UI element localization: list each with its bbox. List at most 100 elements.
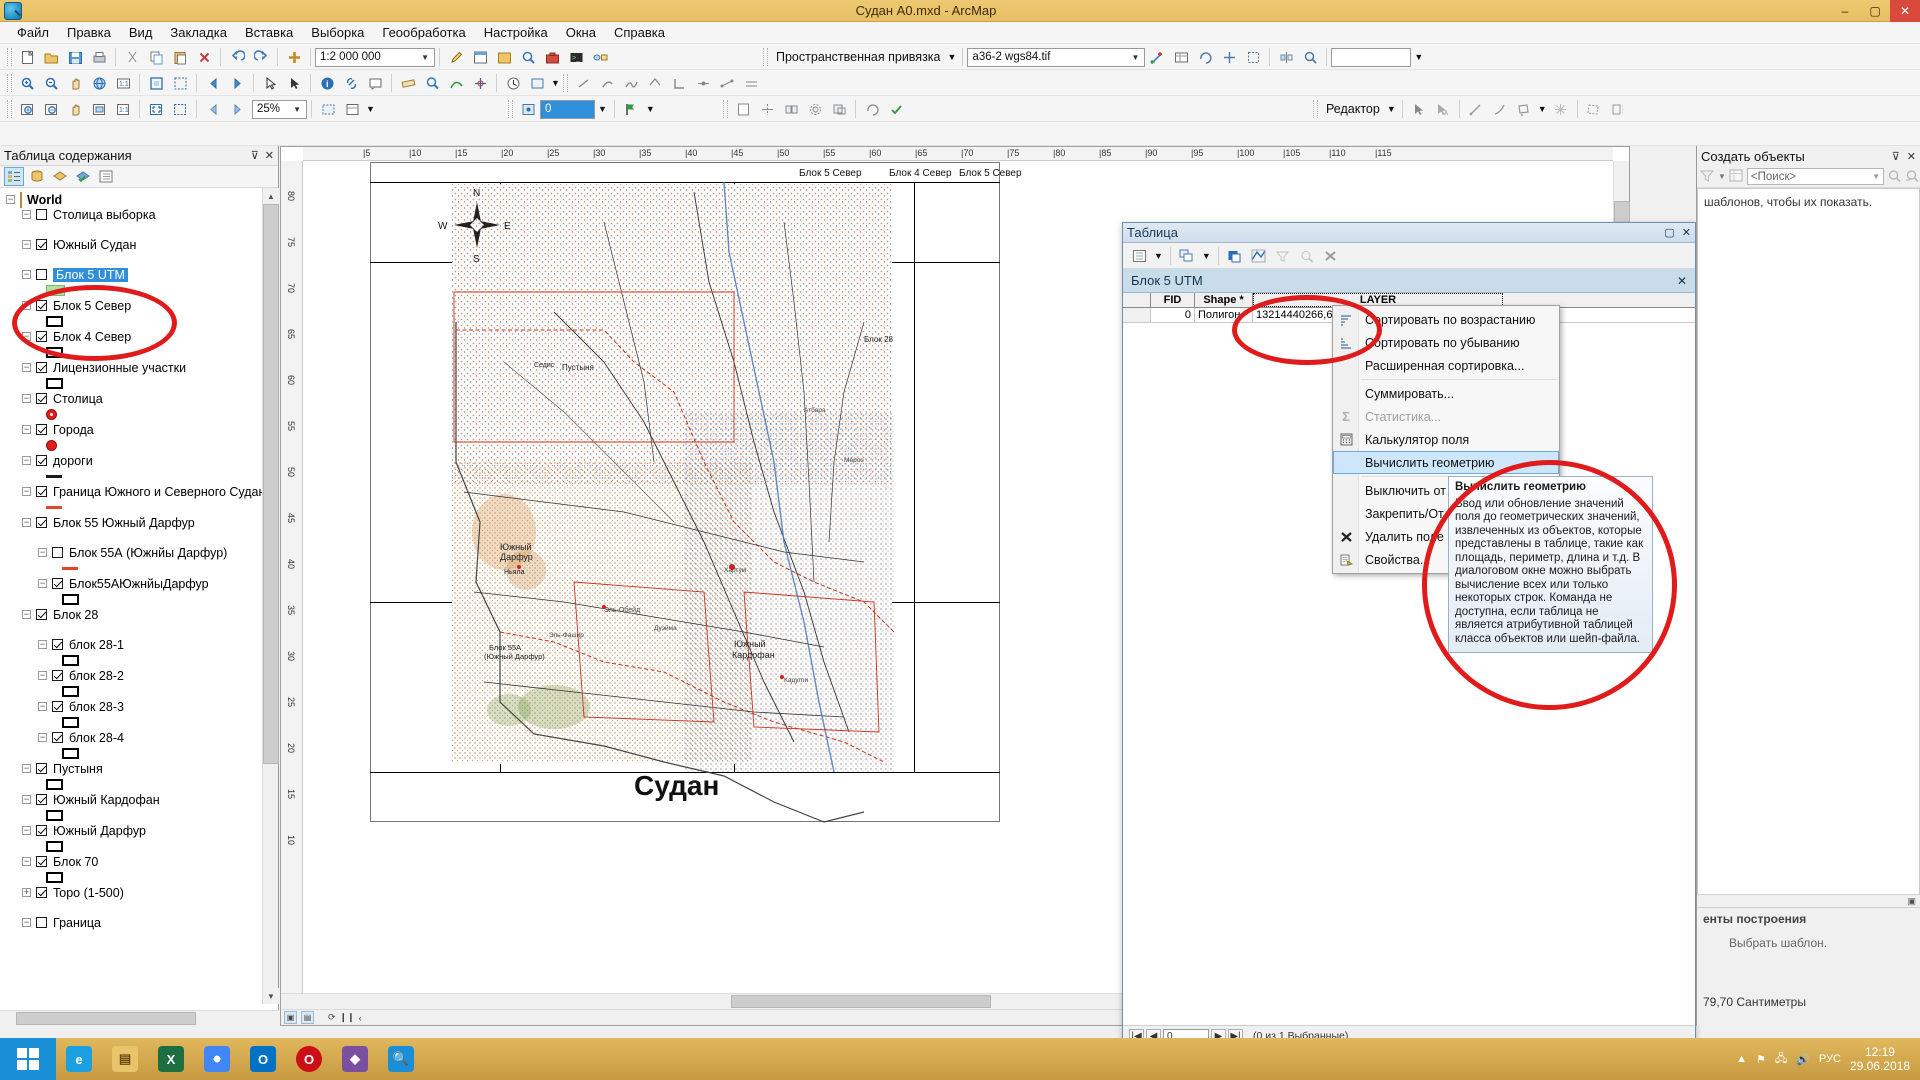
parallel-icon[interactable]	[740, 72, 762, 94]
column-header-shape[interactable]: Shape *	[1195, 293, 1253, 307]
scale-icon[interactable]	[1242, 46, 1264, 68]
toolbar-grip[interactable]	[7, 100, 12, 118]
layer-visibility-checkbox[interactable]	[36, 763, 47, 774]
create-viewer-icon[interactable]	[526, 72, 548, 94]
catalog-icon[interactable]	[493, 46, 515, 68]
georeferencing-menu-label[interactable]: Пространственная привязка	[771, 50, 946, 64]
toolbar-grip[interactable]	[723, 100, 728, 118]
toc-layer-item[interactable]: − Столица выборка	[6, 207, 262, 222]
table-tab-close-icon[interactable]: ✕	[1677, 274, 1687, 288]
table-restore-icon[interactable]: ▢	[1664, 226, 1674, 239]
layout-full-extent-icon[interactable]	[88, 98, 110, 120]
toc-layer-item[interactable]: − Южный Судан	[6, 237, 262, 252]
menu-sort-ascending[interactable]: Сортировать по возрастанию	[1333, 308, 1559, 331]
toc-layer-item[interactable]: − блок 28-2	[6, 668, 262, 683]
layer-visibility-checkbox[interactable]	[36, 269, 47, 280]
toolbar-grip[interactable]	[563, 74, 568, 92]
row-selector-cell[interactable]	[1123, 308, 1151, 322]
find-icon[interactable]	[421, 72, 443, 94]
html-popup-icon[interactable]	[364, 72, 386, 94]
filter-templates-icon[interactable]	[1699, 169, 1715, 185]
toc-layer-item[interactable]: − Блок 5 UTM	[6, 267, 262, 282]
layer-visibility-checkbox[interactable]	[36, 887, 47, 898]
collapse-icon[interactable]: −	[22, 918, 31, 927]
toc-layer-item[interactable]: − Блок55АЮжнйыДарфур	[6, 576, 262, 591]
select-features-icon[interactable]	[259, 72, 281, 94]
explode-icon[interactable]	[1550, 98, 1572, 120]
flag-icon[interactable]	[620, 98, 642, 120]
search-window-icon[interactable]	[517, 46, 539, 68]
collapse-icon[interactable]: −	[22, 795, 31, 804]
undo-icon[interactable]	[226, 46, 248, 68]
open-map-icon[interactable]	[40, 46, 62, 68]
collapse-icon[interactable]: −	[22, 332, 31, 341]
list-by-selection-icon[interactable]	[73, 167, 93, 186]
collapse-icon[interactable]: −	[22, 487, 31, 496]
layer-visibility-checkbox[interactable]	[36, 794, 47, 805]
search-icon[interactable]	[1887, 169, 1902, 185]
table-tab[interactable]: Блок 5 UTM ✕	[1123, 269, 1695, 293]
new-map-icon[interactable]	[16, 46, 38, 68]
editor-new-icon[interactable]	[732, 98, 754, 120]
redo-icon[interactable]	[250, 46, 272, 68]
collapse-icon[interactable]: −	[22, 857, 31, 866]
layout-previous-extent-icon[interactable]	[202, 98, 224, 120]
chevron-down-icon[interactable]: ▼	[418, 53, 432, 62]
editor-split-icon[interactable]	[756, 98, 778, 120]
toolbox-icon[interactable]	[541, 46, 563, 68]
toc-layer-item[interactable]: + Topo (1-500)	[6, 885, 262, 900]
editor-target-box[interactable]: 0	[540, 99, 595, 119]
close-button[interactable]: ✕	[1890, 0, 1920, 22]
editor-clip-icon[interactable]	[828, 98, 850, 120]
collapse-icon[interactable]: −	[38, 671, 47, 680]
refresh-icon[interactable]: ⟳	[328, 1012, 336, 1023]
file-explorer-icon[interactable]: ▤	[102, 1038, 148, 1080]
toc-layer-item[interactable]: − Граница Южного и Северного Судана	[6, 484, 262, 499]
editor-menu-label[interactable]: Редактор	[1321, 102, 1385, 116]
toolbar-grip[interactable]	[763, 48, 768, 66]
select-by-attributes-icon[interactable]	[1224, 245, 1246, 267]
collapse-icon[interactable]: −	[38, 640, 47, 649]
menu-item-view[interactable]: Вид	[120, 23, 162, 42]
layer-visibility-checkbox[interactable]	[52, 639, 63, 650]
zoom-out-icon[interactable]	[40, 72, 62, 94]
layer-visibility-checkbox[interactable]	[36, 239, 47, 250]
chevron-down-icon[interactable]: ▼	[1199, 251, 1214, 261]
panel-splitter[interactable]: ▣	[1697, 894, 1920, 908]
scroll-thumb[interactable]	[16, 1012, 196, 1025]
editor-rotate-icon[interactable]	[861, 98, 883, 120]
menu-item-insert[interactable]: Вставка	[236, 23, 302, 42]
internet-explorer-icon[interactable]: e	[56, 1038, 102, 1080]
go-to-xy-icon[interactable]	[469, 72, 491, 94]
menu-summarize[interactable]: Суммировать...	[1333, 382, 1559, 405]
layer-visibility-checkbox[interactable]	[36, 917, 47, 928]
cell-shape[interactable]: Полигон	[1195, 308, 1253, 322]
collapse-icon[interactable]: −	[22, 826, 31, 835]
toc-horizontal-scrollbar[interactable]	[0, 1010, 279, 1026]
layer-visibility-checkbox[interactable]	[36, 486, 47, 497]
column-header-fid[interactable]: FID	[1151, 293, 1195, 307]
menu-field-calculator[interactable]: Калькулятор поля	[1333, 428, 1559, 451]
pan-icon[interactable]	[64, 72, 86, 94]
toolbar-grip[interactable]	[508, 100, 513, 118]
column-header-select[interactable]	[1123, 293, 1151, 307]
toc-layer-tree[interactable]: − World − Столица выборка − Южный Судан − Блок …	[0, 188, 262, 1004]
collapse-icon[interactable]: −	[6, 195, 15, 204]
identify-icon[interactable]: i	[316, 72, 338, 94]
layer-visibility-checkbox[interactable]	[36, 825, 47, 836]
toc-pin-icon[interactable]: ⊽	[251, 149, 259, 162]
sketch-arc-icon[interactable]	[596, 72, 618, 94]
layout-zoom-in-icon[interactable]	[16, 98, 38, 120]
toc-layer-item[interactable]: − Блок 4 Север	[6, 329, 262, 344]
menu-calculate-geometry[interactable]: Вычислить геометрию	[1333, 451, 1559, 474]
zoom-in-icon[interactable]	[16, 72, 38, 94]
menu-item-geoprocessing[interactable]: Геообработка	[373, 23, 474, 42]
outlook-icon[interactable]: O	[240, 1038, 286, 1080]
map-scale-combo[interactable]: 1:2 000 000 ▼	[315, 47, 435, 67]
chevron-down-icon[interactable]: ▼	[946, 52, 959, 62]
collapse-icon[interactable]: −	[22, 363, 31, 372]
chevron-down-icon[interactable]: ▼	[364, 104, 377, 114]
layout-1to1-icon[interactable]: 1:1	[112, 98, 134, 120]
templates-list[interactable]: шаблонов, чтобы их показать.	[1697, 188, 1920, 906]
chrome-icon[interactable]	[194, 1038, 240, 1080]
